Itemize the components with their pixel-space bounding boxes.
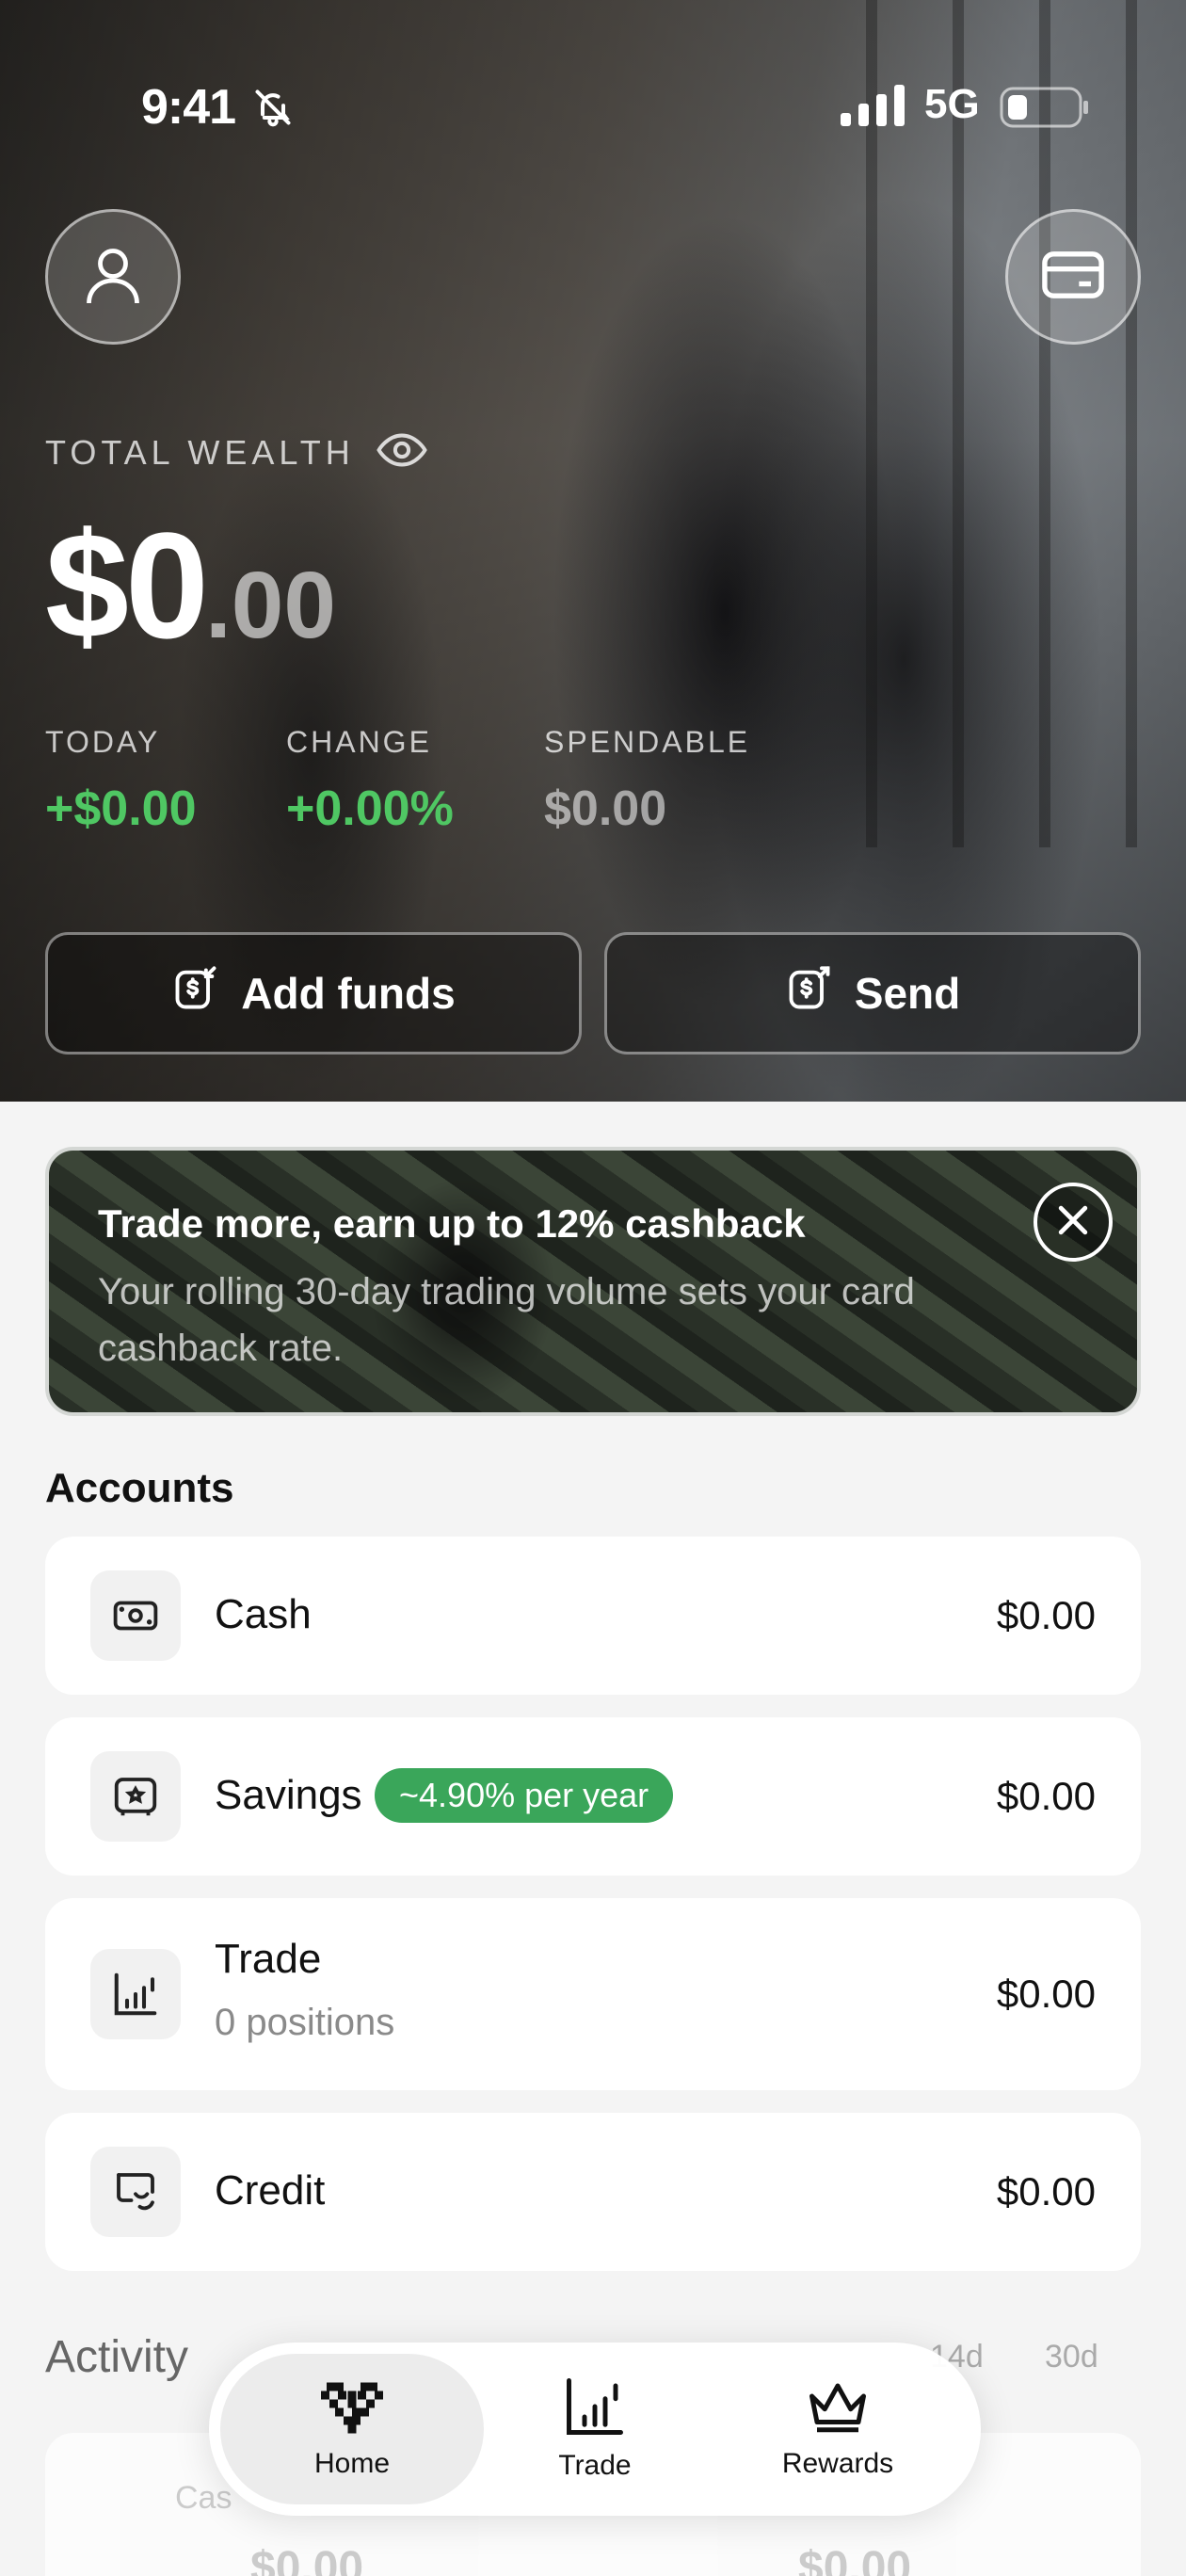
status-bar: 9:41 5G bbox=[0, 75, 1186, 141]
account-savings[interactable]: Savings ~4.90% per year $0.00 bbox=[45, 1717, 1141, 1876]
chart-icon bbox=[90, 1949, 181, 2039]
promo-close-button[interactable] bbox=[1034, 1183, 1113, 1262]
tab-bar: Home Trade Rewards bbox=[209, 2343, 981, 2516]
promo-title: Trade more, earn up to 12% cashback bbox=[98, 1201, 806, 1246]
safe-icon bbox=[90, 1751, 181, 1842]
stat-today: TODAY +$0.00 bbox=[45, 725, 197, 836]
crown-icon bbox=[807, 2379, 869, 2439]
account-trade[interactable]: Trade 0 positions $0.00 bbox=[45, 1898, 1141, 2090]
cash-icon bbox=[90, 1570, 181, 1661]
promo-description: Your rolling 30-day trading volume sets … bbox=[98, 1271, 915, 1369]
promo-banner[interactable]: Trade more, earn up to 12% cashback Your… bbox=[45, 1147, 1141, 1416]
tab-trade[interactable]: Trade bbox=[463, 2354, 727, 2504]
account-cash[interactable]: Cash $0.00 bbox=[45, 1537, 1141, 1695]
signal-icon bbox=[841, 85, 906, 131]
card-icon bbox=[1037, 239, 1109, 315]
accounts-heading: Accounts bbox=[45, 1465, 234, 1511]
battery-icon bbox=[1000, 87, 1090, 133]
account-credit[interactable]: Credit $0.00 bbox=[45, 2113, 1141, 2271]
close-icon bbox=[1052, 1199, 1094, 1246]
network-label: 5G bbox=[924, 81, 980, 127]
add-funds-button[interactable]: Add funds bbox=[45, 932, 582, 1055]
profile-button[interactable] bbox=[45, 209, 181, 345]
stat-change: CHANGE +0.00% bbox=[286, 725, 454, 836]
eye-icon[interactable] bbox=[377, 431, 427, 474]
chart-icon bbox=[564, 2377, 626, 2440]
total-wealth-amount: $0.00 bbox=[45, 501, 336, 669]
status-time: 9:41 bbox=[141, 80, 236, 135]
dollar-in-icon bbox=[171, 964, 220, 1023]
total-wealth-label: TOTAL WEALTH bbox=[45, 433, 355, 472]
user-icon bbox=[79, 241, 147, 314]
range-30d[interactable]: 30d bbox=[1045, 2339, 1098, 2375]
activity-heading: Activity bbox=[45, 2332, 189, 2382]
heart-pixel-icon bbox=[321, 2379, 383, 2439]
credit-icon bbox=[90, 2147, 181, 2237]
tab-rewards[interactable]: Rewards bbox=[706, 2354, 970, 2504]
tab-home[interactable]: Home bbox=[220, 2354, 484, 2504]
hero-banner: 9:41 5G TOTAL WEALTH $0.00 TODAY +$0.00 … bbox=[0, 0, 1186, 1102]
card-button[interactable] bbox=[1005, 209, 1141, 345]
apy-badge: ~4.90% per year bbox=[375, 1768, 674, 1823]
dollar-out-icon bbox=[785, 964, 834, 1023]
bell-muted-icon bbox=[252, 87, 294, 133]
stat-spendable: SPENDABLE $0.00 bbox=[544, 725, 751, 836]
send-button[interactable]: Send bbox=[604, 932, 1141, 1055]
